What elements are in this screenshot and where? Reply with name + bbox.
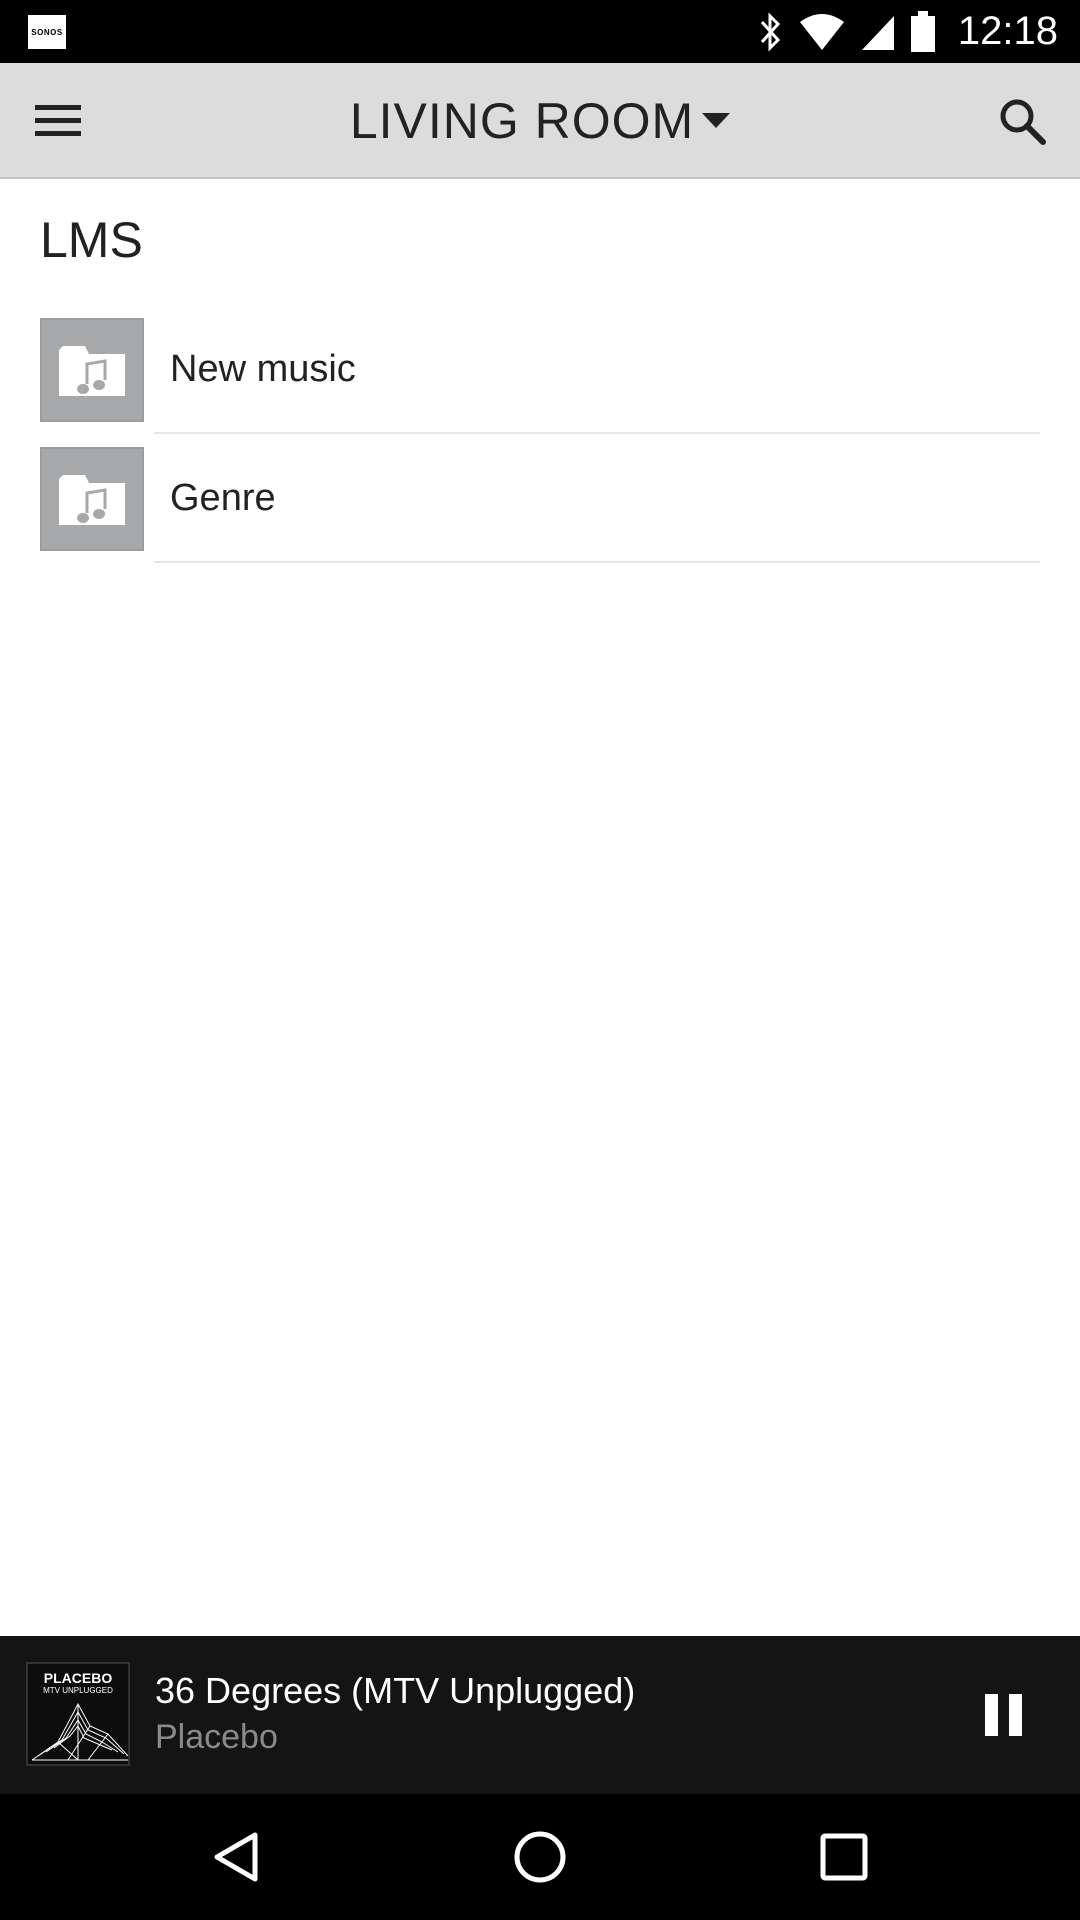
sonos-app-badge: SONOS: [28, 15, 66, 49]
recents-button[interactable]: [804, 1822, 884, 1892]
search-icon: [1000, 99, 1046, 145]
menu-button[interactable]: [20, 91, 96, 151]
item-thumbnail: [40, 317, 144, 422]
clock: 12:18: [957, 9, 1058, 53]
home-icon: [514, 1831, 566, 1883]
item-thumbnail: [40, 446, 144, 551]
divider: [154, 561, 1040, 563]
battery-icon: [910, 10, 935, 52]
caret-down-icon: [702, 113, 731, 128]
section-title: LMS: [40, 212, 143, 268]
album-art[interactable]: PLACEBO MTV UNPLUGGED: [26, 1662, 130, 1766]
signal-icon: [861, 15, 894, 50]
hamburger-menu-icon: [35, 105, 81, 136]
list-item-new-music[interactable]: New music: [40, 305, 1040, 434]
status-icons: 12:18: [758, 0, 1058, 63]
track-artist: Placebo: [155, 1718, 278, 1756]
content-area: LMS New music Genre: [0, 179, 1080, 1636]
search-button[interactable]: [984, 91, 1060, 151]
music-folder-icon: [59, 474, 125, 525]
toolbar: LIVING ROOM: [0, 63, 1080, 179]
back-icon: [214, 1832, 258, 1882]
list-item-label: New music: [170, 348, 356, 390]
list-item-genre[interactable]: Genre: [40, 434, 1040, 563]
list-item-label: Genre: [170, 477, 276, 519]
pause-button[interactable]: [968, 1680, 1040, 1750]
browse-list: New music Genre: [40, 305, 1040, 563]
recents-icon: [820, 1833, 868, 1881]
room-name: LIVING ROOM: [349, 93, 695, 149]
bluetooth-icon: [760, 11, 780, 52]
track-title: 36 Degrees (MTV Unplugged): [155, 1670, 636, 1711]
now-playing-bar[interactable]: PLACEBO MTV UNPLUGGED 36 Degrees (MTV Un…: [0, 1636, 1080, 1794]
navigation-bar: [0, 1794, 1080, 1920]
wifi-icon: [799, 13, 844, 50]
status-bar: SONOS 12:18: [0, 0, 1080, 63]
back-button[interactable]: [196, 1822, 276, 1892]
room-selector[interactable]: LIVING ROOM: [0, 63, 1080, 179]
album-mountain-graphic: [31, 1702, 128, 1761]
music-folder-icon: [59, 345, 125, 396]
home-button[interactable]: [500, 1822, 580, 1892]
pause-icon: [985, 1694, 1022, 1736]
